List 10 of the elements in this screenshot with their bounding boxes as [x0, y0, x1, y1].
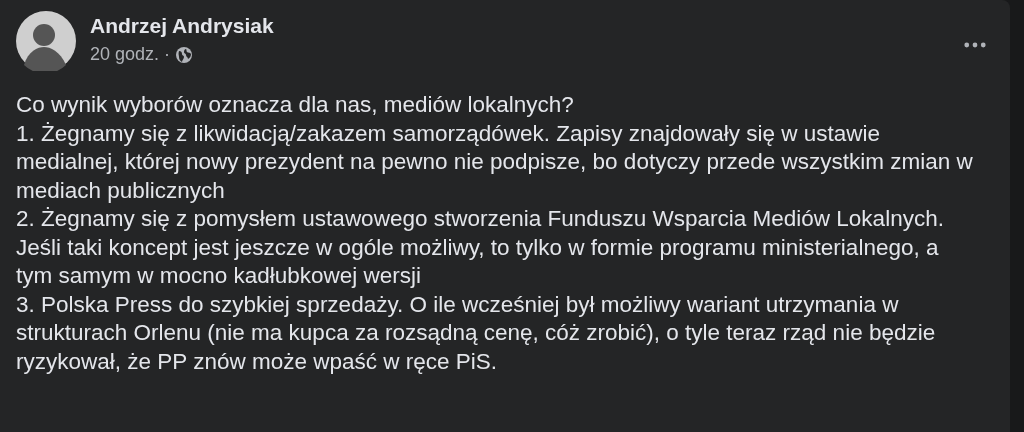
more-icon	[964, 42, 986, 48]
post-paragraph: Co wynik wyborów oznacza dla nas, mediów lokalnych?	[16, 91, 575, 119]
separator-dot: ·	[164, 44, 171, 65]
globe-icon	[176, 46, 193, 63]
post-paragraph: 1. Żegnamy się z likwidacją/zakazem samorządówek. Zapisy znajdowały się w ustawie medialnej, której nowy prezydent na pewno nie podpisze, bo dotyczy przede wszystkim zmian w mediach publicznych	[16, 119, 974, 205]
post-paragraph: 2. Żegnamy się z pomysłem ustawowego stworzenia Funduszu Wsparcia Mediów Lokalnych. Jeśli taki koncept jest jeszcze w ogóle możliwy, to tylko w formie programu ministerialnego, a tym samym w mocno kadłubkowej wersji	[16, 205, 945, 290]
avatar-icon[interactable]	[16, 11, 76, 71]
post-time[interactable]: 20 godz.	[90, 44, 160, 65]
post-paragraph: 3. Polska Press do szybkiej sprzedaży. O ile wcześniej był możliwy wariant utrzymania w strukturach Orlenu (nie ma kupca za rozsądną cenę, cóż zrobić), o tyle teraz rząd nie będzie ryzykował, że PP znów może wpaść w ręce PiS.	[16, 290, 937, 376]
author-name[interactable]: Andrzej Andrysiak	[90, 14, 942, 38]
